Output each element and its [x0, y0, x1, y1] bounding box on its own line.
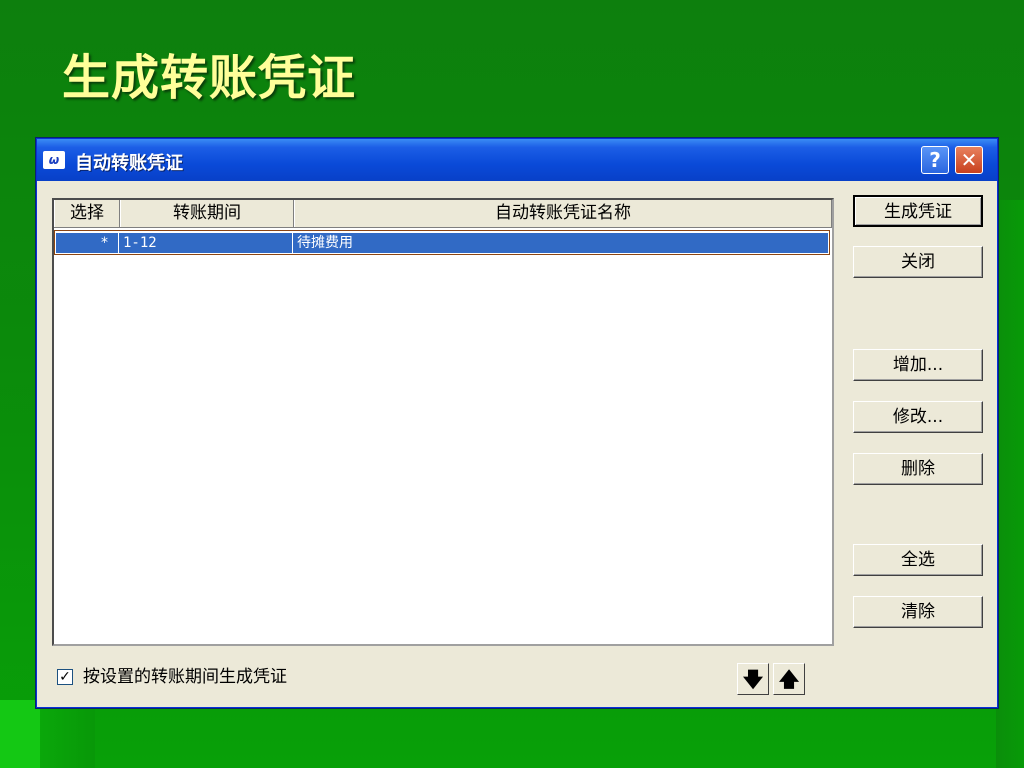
period-checkbox-label[interactable]: 按设置的转账期间生成凭证 [83, 665, 287, 689]
slide-title: 生成转账凭证 [62, 50, 357, 106]
background-decoration [996, 200, 1024, 768]
help-button[interactable]: ? [921, 146, 949, 174]
generate-voucher-button[interactable]: 生成凭证 [853, 195, 983, 227]
delete-button[interactable]: 删除 [853, 453, 983, 485]
move-up-button[interactable]: 🡅 [773, 663, 805, 695]
modify-button[interactable]: 修改... [853, 401, 983, 433]
clear-button[interactable]: 清除 [853, 596, 983, 628]
period-checkbox[interactable]: ✓ [57, 669, 73, 685]
add-button[interactable]: 增加... [853, 349, 983, 381]
voucher-list[interactable]: 选择 转账期间 自动转账凭证名称 * 1-12 待摊费用 [52, 198, 834, 646]
auto-transfer-dialog: ω 自动转账凭证 ? ✕ 选择 转账期间 自动转账凭证名称 * 1-12 待摊费… [36, 138, 998, 708]
column-header-period[interactable]: 转账期间 [120, 200, 294, 227]
table-row[interactable]: * 1-12 待摊费用 [56, 233, 828, 253]
arrow-up-icon: 🡅 [778, 667, 800, 691]
app-logo-icon: ω [43, 151, 65, 169]
list-header: 选择 转账期间 自动转账凭证名称 [54, 200, 832, 228]
dialog-titlebar[interactable]: ω 自动转账凭证 ? ✕ [37, 139, 997, 181]
cell-name: 待摊费用 [292, 233, 822, 253]
arrow-down-icon: 🡇 [742, 667, 764, 691]
close-button[interactable]: 关闭 [853, 246, 983, 278]
background-decoration [0, 700, 40, 768]
cell-select: * [101, 235, 108, 251]
cell-period: 1-12 [118, 233, 288, 253]
column-header-select[interactable]: 选择 [54, 200, 120, 227]
close-window-button[interactable]: ✕ [955, 146, 983, 174]
dialog-title: 自动转账凭证 [75, 153, 183, 174]
select-all-button[interactable]: 全选 [853, 544, 983, 576]
column-header-name[interactable]: 自动转账凭证名称 [294, 200, 832, 227]
move-down-button[interactable]: 🡇 [737, 663, 769, 695]
